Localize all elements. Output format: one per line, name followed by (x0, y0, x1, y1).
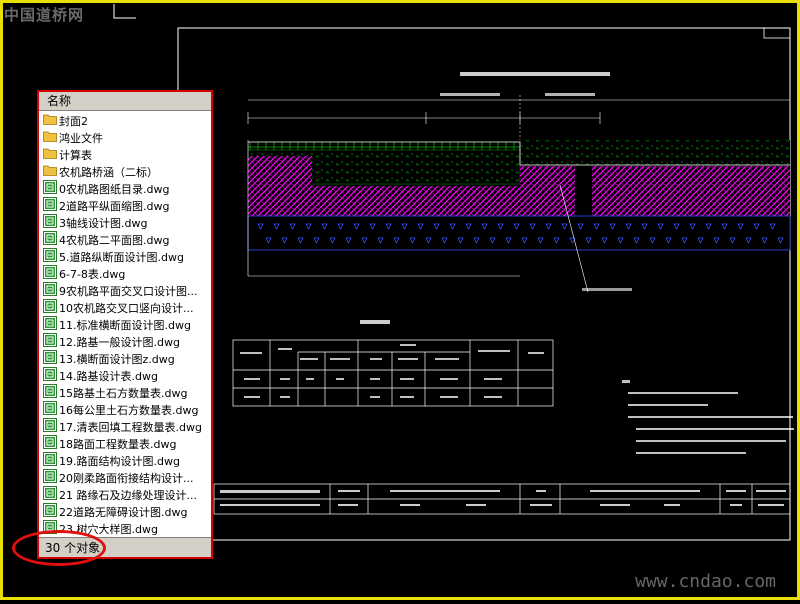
file-item-label: 5.道路纵断面设计图.dwg (59, 250, 184, 264)
file-item-label: 17.清表回填工程数量表.dwg (59, 420, 202, 434)
file-item-label: 16每公里土石方数量表.dwg (59, 403, 199, 417)
dwg-file-item[interactable]: 9农机路平面交叉口设计图... (43, 282, 209, 299)
dwg-file-icon (43, 214, 57, 231)
file-item-label: 21 路缘石及边缘处理设计... (59, 488, 197, 502)
dwg-file-icon (43, 401, 57, 418)
highlight-circle (12, 530, 106, 566)
folder-icon (43, 147, 57, 162)
dwg-file-item[interactable]: 0农机路图纸目录.dwg (43, 180, 209, 197)
site-watermark-top: 中国道桥网 (4, 6, 85, 24)
dwg-file-icon (43, 384, 57, 401)
folder-icon (43, 130, 57, 145)
dwg-file-icon (43, 418, 57, 435)
file-item-label: 计算表 (59, 148, 92, 162)
folder-icon (43, 113, 57, 128)
dwg-file-item[interactable]: 19.路面结构设计图.dwg (43, 452, 209, 469)
dwg-file-item[interactable]: 22道路无障碍设计图.dwg (43, 503, 209, 520)
dwg-file-item[interactable]: 21 路缘石及边缘处理设计... (43, 486, 209, 503)
file-item-label: 11.标准横断面设计图.dwg (59, 318, 191, 332)
dwg-file-item[interactable]: 13.横断面设计图z.dwg (43, 350, 209, 367)
file-item-label: 22道路无障碍设计图.dwg (59, 505, 188, 519)
file-item-label: 18路面工程数量表.dwg (59, 437, 177, 451)
dwg-file-item[interactable]: 12.路基一般设计图.dwg (43, 333, 209, 350)
dwg-file-item[interactable]: 2道路平纵面缩图.dwg (43, 197, 209, 214)
dwg-file-item[interactable]: 15路基土石方数量表.dwg (43, 384, 209, 401)
dwg-file-icon (43, 435, 57, 452)
file-item-label: 4农机路二平面图.dwg (59, 233, 170, 247)
dwg-file-item[interactable]: 17.清表回填工程数量表.dwg (43, 418, 209, 435)
dwg-file-icon (43, 231, 57, 248)
dwg-file-icon (43, 350, 57, 367)
name-column-header[interactable]: 名称 (39, 92, 211, 111)
file-item-label: 6-7-8表.dwg (59, 267, 126, 281)
file-item-label: 0农机路图纸目录.dwg (59, 182, 170, 196)
file-item-label: 20刚柔路面衔接结构设计... (59, 471, 194, 485)
dwg-file-icon (43, 469, 57, 486)
file-item-label: 15路基土石方数量表.dwg (59, 386, 188, 400)
dwg-file-icon (43, 316, 57, 333)
site-watermark-bottom: www.cndao.com (635, 571, 776, 592)
file-item-label: 10农机路交叉口竖向设计... (59, 301, 194, 315)
dwg-file-icon (43, 248, 57, 265)
dwg-file-icon (43, 503, 57, 520)
dwg-file-icon (43, 299, 57, 316)
dwg-file-item[interactable]: 14.路基设计表.dwg (43, 367, 209, 384)
dwg-file-icon (43, 452, 57, 469)
dwg-file-icon (43, 180, 57, 197)
folder-item[interactable]: 计算表 (43, 146, 209, 163)
file-item-label: 19.路面结构设计图.dwg (59, 454, 180, 468)
file-item-label: 鸿业文件 (59, 131, 103, 145)
file-list[interactable]: 封面2 鸿业文件计算表农机路桥涵（二标） 0农机路图纸目录.dwg 2道路平纵面缩图.… (43, 112, 209, 537)
dwg-file-item[interactable]: 10农机路交叉口竖向设计... (43, 299, 209, 316)
dwg-file-icon (43, 333, 57, 350)
dwg-file-item[interactable]: 4农机路二平面图.dwg (43, 231, 209, 248)
file-list-panel: 名称 封面2 鸿业文件计算表农机路桥涵（二标） 0农机路图纸目录.dwg 2道路平纵面… (37, 90, 213, 559)
file-item-label: 2道路平纵面缩图.dwg (59, 199, 170, 213)
folder-item[interactable]: 农机路桥涵（二标） (43, 163, 209, 180)
dwg-file-item[interactable]: 20刚柔路面衔接结构设计... (43, 469, 209, 486)
folder-icon (43, 164, 57, 179)
dwg-file-item[interactable]: 18路面工程数量表.dwg (43, 435, 209, 452)
dwg-file-icon (43, 367, 57, 384)
dwg-file-item[interactable]: 5.道路纵断面设计图.dwg (43, 248, 209, 265)
dwg-file-icon (43, 197, 57, 214)
file-item-label: 14.路基设计表.dwg (59, 369, 158, 383)
file-item-label: 农机路桥涵（二标） (59, 165, 158, 179)
file-item-label: 13.横断面设计图z.dwg (59, 352, 175, 366)
dwg-file-item[interactable]: 3轴线设计图.dwg (43, 214, 209, 231)
file-item-label: 12.路基一般设计图.dwg (59, 335, 180, 349)
dwg-file-icon (43, 486, 57, 503)
dwg-file-item[interactable]: 6-7-8表.dwg (43, 265, 209, 282)
file-item-label: 9农机路平面交叉口设计图... (59, 284, 198, 298)
dwg-file-icon (43, 265, 57, 282)
file-item-label: 封面2 (59, 114, 88, 128)
folder-item[interactable]: 封面2 (43, 112, 209, 129)
dwg-file-item[interactable]: 11.标准横断面设计图.dwg (43, 316, 209, 333)
folder-item[interactable]: 鸿业文件 (43, 129, 209, 146)
dwg-file-icon (43, 282, 57, 299)
dwg-file-item[interactable]: 16每公里土石方数量表.dwg (43, 401, 209, 418)
file-item-label: 3轴线设计图.dwg (59, 216, 148, 230)
